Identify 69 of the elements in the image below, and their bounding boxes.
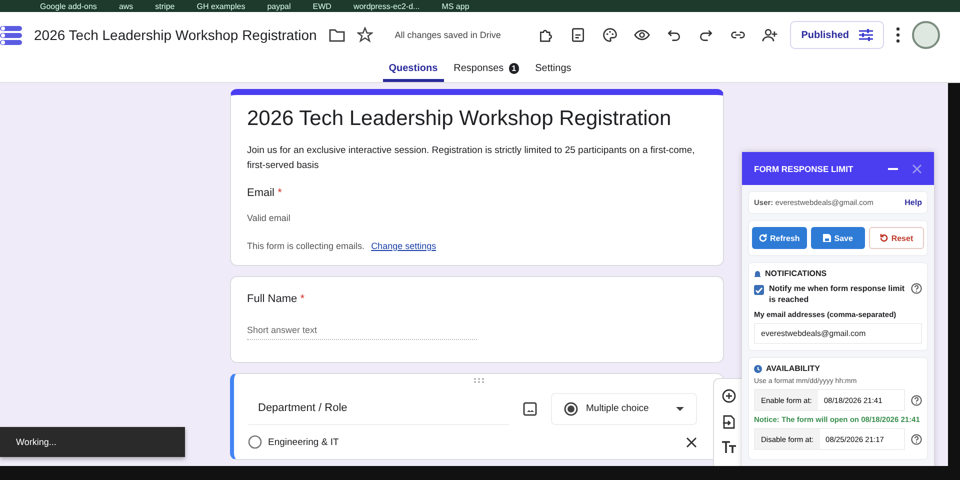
- palette-icon[interactable]: [602, 27, 618, 43]
- section-heading: NOTIFICATIONS: [765, 269, 827, 278]
- question-title: Email *: [247, 187, 283, 199]
- help-icon[interactable]: [911, 434, 922, 444]
- bookmark-link[interactable]: Google add-ons: [40, 2, 97, 12]
- minimize-icon[interactable]: [888, 166, 898, 170]
- change-settings-link[interactable]: Change settings: [371, 241, 436, 251]
- refresh-button[interactable]: Refresh: [752, 227, 807, 249]
- bookmark-link[interactable]: aws: [118, 2, 134, 12]
- question-title-field[interactable]: Department / Role: [248, 392, 509, 425]
- puzzle-icon[interactable]: [538, 27, 554, 43]
- image-icon[interactable]: [523, 402, 537, 416]
- option-label[interactable]: Engineering & IT: [268, 436, 680, 448]
- question-card[interactable]: Full Name * Short answer text: [230, 276, 724, 363]
- email-hint: Valid email: [247, 213, 292, 223]
- save-status: All changes saved in Drive: [394, 30, 501, 40]
- bookmark-link[interactable]: GH examples: [196, 2, 246, 12]
- help-link[interactable]: Help: [904, 198, 922, 207]
- tab[interactable]: Questions: [382, 58, 444, 82]
- forms-logo-icon[interactable]: [0, 24, 22, 46]
- radio-icon: [248, 435, 262, 449]
- redo-icon[interactable]: [698, 27, 714, 43]
- clock-icon: [754, 364, 762, 372]
- add-person-icon[interactable]: [762, 27, 778, 43]
- eye-icon[interactable]: [634, 27, 650, 43]
- panel-title: FORM RESPONSE LIMIT: [754, 164, 854, 174]
- checkmark-icon: [755, 286, 763, 294]
- question-title: Full Name *: [247, 293, 306, 305]
- close-icon[interactable]: [686, 436, 697, 448]
- short-answer-field: Short answer text: [247, 325, 477, 340]
- drag-handle-icon[interactable]: [474, 378, 484, 383]
- text-size-icon[interactable]: [722, 441, 736, 453]
- email-addresses-field[interactable]: everestwebdeals@gmail.com: [754, 323, 922, 344]
- bookmark-link[interactable]: MS app: [442, 2, 470, 12]
- bookmark-link[interactable]: stripe: [155, 2, 175, 12]
- help-icon[interactable]: [911, 283, 922, 294]
- count-badge: 1: [508, 63, 520, 74]
- form-title: 2026 Tech Leadership Workshop Registration: [247, 107, 672, 131]
- save-button[interactable]: Save: [810, 227, 866, 249]
- bell-icon: [754, 270, 761, 278]
- import-icon[interactable]: [723, 415, 735, 429]
- caret-icon: [676, 406, 684, 410]
- question-type-dropdown[interactable]: Multiple choice: [551, 392, 697, 424]
- refresh-icon: [759, 234, 767, 242]
- avatar[interactable]: [912, 21, 940, 49]
- checkbox[interactable]: [754, 285, 764, 295]
- bookmark-link[interactable]: paypal: [267, 2, 291, 12]
- undo-icon[interactable]: [666, 27, 682, 43]
- radio-icon: [564, 402, 578, 416]
- help-icon[interactable]: [911, 394, 922, 406]
- bookmark-link[interactable]: wordpress-ec2-d...: [353, 2, 420, 12]
- bookmark-link[interactable]: EWD: [312, 2, 332, 12]
- form-description: Join us for an exclusive interactive session. Registration is strictly limited to 25 participants on a first-come, first-served basis: [247, 144, 696, 173]
- add-circle-icon[interactable]: [722, 389, 736, 403]
- reset-button[interactable]: Reset: [869, 227, 924, 249]
- working-toast: Working...: [0, 427, 185, 457]
- document-title[interactable]: 2026 Tech Leadership Workshop Registration: [34, 27, 317, 43]
- section-heading: AVAILABILITY: [766, 364, 820, 373]
- star-icon[interactable]: [356, 27, 373, 43]
- more-icon[interactable]: [896, 27, 900, 43]
- checkbox-label: Notify me when form response limit is reached: [769, 283, 906, 305]
- undo-icon: [880, 234, 888, 242]
- sliders-icon: [859, 29, 873, 41]
- collecting-note: This form is collecting emails.: [247, 241, 365, 251]
- tab[interactable]: Settings: [529, 58, 578, 82]
- folder-icon[interactable]: [328, 28, 345, 42]
- question-card[interactable]: Department / Role Multiple choice Engineering & IT: [230, 373, 724, 460]
- published-button[interactable]: Published: [790, 21, 884, 49]
- tab[interactable]: Responses 1: [448, 58, 526, 82]
